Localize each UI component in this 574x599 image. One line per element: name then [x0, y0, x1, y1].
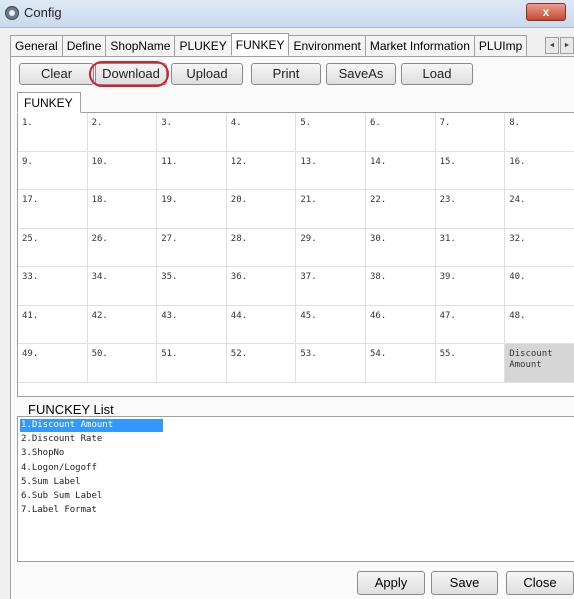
window-title: Config	[24, 5, 62, 20]
funkey-cell-53[interactable]: 53.	[296, 344, 366, 383]
funkey-cell-7[interactable]: 7.	[435, 113, 506, 152]
clear-button[interactable]: Clear	[19, 63, 94, 85]
title-bar: Config x	[0, 0, 574, 28]
funkey-cell-39[interactable]: 39.	[435, 267, 506, 306]
upload-button[interactable]: Upload	[171, 63, 243, 85]
close-window-button[interactable]: x	[526, 3, 566, 21]
funkey-cell-6[interactable]: 6.	[366, 113, 436, 152]
funckey-list-item[interactable]: 6.Sub Sum Label	[20, 490, 163, 503]
funkey-cell-11[interactable]: 11.	[157, 151, 227, 190]
funkey-cell-9[interactable]: 9.	[18, 151, 88, 190]
funkey-cell-42[interactable]: 42.	[87, 305, 158, 344]
funkey-cell-18[interactable]: 18.	[87, 190, 158, 229]
subtab-funkey[interactable]: FUNKEY	[17, 92, 81, 113]
funkey-cell-56[interactable]: Discount Amount	[505, 344, 574, 383]
funkey-cell-22[interactable]: 22.	[366, 190, 436, 229]
funkey-cell-38[interactable]: 38.	[366, 267, 436, 306]
funkey-cell-51[interactable]: 51.	[157, 344, 227, 383]
save-button[interactable]: Save	[431, 571, 498, 595]
funkey-cell-24[interactable]: 24.	[505, 190, 574, 229]
funkey-cell-33[interactable]: 33.	[18, 267, 88, 306]
funckey-list-item[interactable]: 1.Discount Amount	[20, 419, 163, 432]
funckey-list[interactable]: 1.Discount Amount 2.Discount Rate 3.ShopNo…	[17, 416, 574, 562]
funkey-cell-37[interactable]: 37.	[296, 267, 366, 306]
tab-pluimp[interactable]: PLUImp	[473, 35, 528, 56]
funkey-cell-36[interactable]: 36.	[226, 267, 297, 306]
funkey-cell-28[interactable]: 28.	[226, 228, 297, 267]
funkey-cell-46[interactable]: 46.	[366, 305, 436, 344]
funkey-cell-35[interactable]: 35.	[157, 267, 227, 306]
funkey-cell-41[interactable]: 41.	[18, 305, 88, 344]
tab-scroll-left-icon[interactable]: ◄	[545, 37, 559, 54]
funkey-cell-13[interactable]: 13.	[296, 151, 366, 190]
print-button[interactable]: Print	[251, 63, 321, 85]
tab-plukey[interactable]: PLUKEY	[174, 35, 232, 56]
funkey-cell-47[interactable]: 47.	[435, 305, 506, 344]
funckey-list-item[interactable]: 3.ShopNo	[20, 447, 163, 460]
funkey-cell-55[interactable]: 55.	[435, 344, 506, 383]
funkey-cell-30[interactable]: 30.	[366, 228, 436, 267]
close-button[interactable]: Close	[506, 571, 574, 595]
funkey-cell-50[interactable]: 50.	[87, 344, 158, 383]
tab-general[interactable]: General	[10, 35, 63, 56]
funkey-cell-20[interactable]: 20.	[226, 190, 297, 229]
funkey-cell-45[interactable]: 45.	[296, 305, 366, 344]
app-icon	[5, 6, 19, 20]
tab-funkey[interactable]: FUNKEY	[230, 33, 290, 56]
funkey-cell-54[interactable]: 54.	[366, 344, 436, 383]
funkey-cell-17[interactable]: 17.	[18, 190, 88, 229]
download-button[interactable]: Download	[95, 63, 167, 85]
tab-shopname[interactable]: ShopName	[105, 35, 176, 56]
funkey-cell-32[interactable]: 32.	[505, 228, 574, 267]
funkey-cell-10[interactable]: 10.	[87, 151, 158, 190]
funkey-cell-1[interactable]: 1.	[18, 113, 88, 152]
apply-button[interactable]: Apply	[357, 571, 425, 595]
funkey-cell-8[interactable]: 8.	[505, 113, 574, 152]
funkey-cell-25[interactable]: 25.	[18, 228, 88, 267]
funkey-cell-16[interactable]: 16.	[505, 151, 574, 190]
funckey-list-item[interactable]: 7.Label Format	[20, 504, 163, 517]
funkey-cell-34[interactable]: 34.	[87, 267, 158, 306]
funkey-cell-26[interactable]: 26.	[87, 228, 158, 267]
funkey-cell-29[interactable]: 29.	[296, 228, 366, 267]
funkey-cell-49[interactable]: 49.	[18, 344, 88, 383]
tab-environment[interactable]: Environment	[288, 35, 366, 56]
load-button[interactable]: Load	[401, 63, 473, 85]
funkey-cell-44[interactable]: 44.	[226, 305, 297, 344]
funckey-list-item[interactable]: 5.Sum Label	[20, 476, 163, 489]
funkey-cell-43[interactable]: 43.	[157, 305, 227, 344]
funkey-cell-40[interactable]: 40.	[505, 267, 574, 306]
funkey-cell-3[interactable]: 3.	[157, 113, 227, 152]
tab-scroll-right-icon[interactable]: ►	[560, 37, 574, 54]
funkey-cell-14[interactable]: 14.	[366, 151, 436, 190]
funkey-cell-2[interactable]: 2.	[87, 113, 158, 152]
funkey-cell-15[interactable]: 15.	[435, 151, 506, 190]
funkey-cell-23[interactable]: 23.	[435, 190, 506, 229]
funckey-list-label: FUNCKEY List	[28, 402, 114, 417]
funkey-cell-52[interactable]: 52.	[226, 344, 297, 383]
funkey-cell-4[interactable]: 4.	[226, 113, 297, 152]
saveas-button[interactable]: SaveAs	[326, 63, 396, 85]
funkey-cell-5[interactable]: 5.	[296, 113, 366, 152]
funkey-cell-12[interactable]: 12.	[226, 151, 297, 190]
tab-market-information[interactable]: Market Information	[364, 35, 475, 56]
funkey-cell-27[interactable]: 27.	[157, 228, 227, 267]
funckey-list-item[interactable]: 2.Discount Rate	[20, 433, 163, 446]
tab-define[interactable]: Define	[61, 35, 107, 56]
funckey-list-item[interactable]: 4.Logon/Logoff	[20, 462, 163, 475]
funkey-cell-31[interactable]: 31.	[435, 228, 506, 267]
tab-strip: General Define ShopName PLUKEY FUNKEY Environ…	[10, 33, 574, 57]
funkey-cell-19[interactable]: 19.	[157, 190, 227, 229]
funkey-grid: 1. 2. 3. 4. 5. 6. 7. 8. 9. 10. 11. 12. 13. 14. 15. 16. 1…	[17, 112, 574, 397]
funkey-cell-21[interactable]: 21.	[296, 190, 366, 229]
funkey-cell-48[interactable]: 48.	[505, 305, 574, 344]
